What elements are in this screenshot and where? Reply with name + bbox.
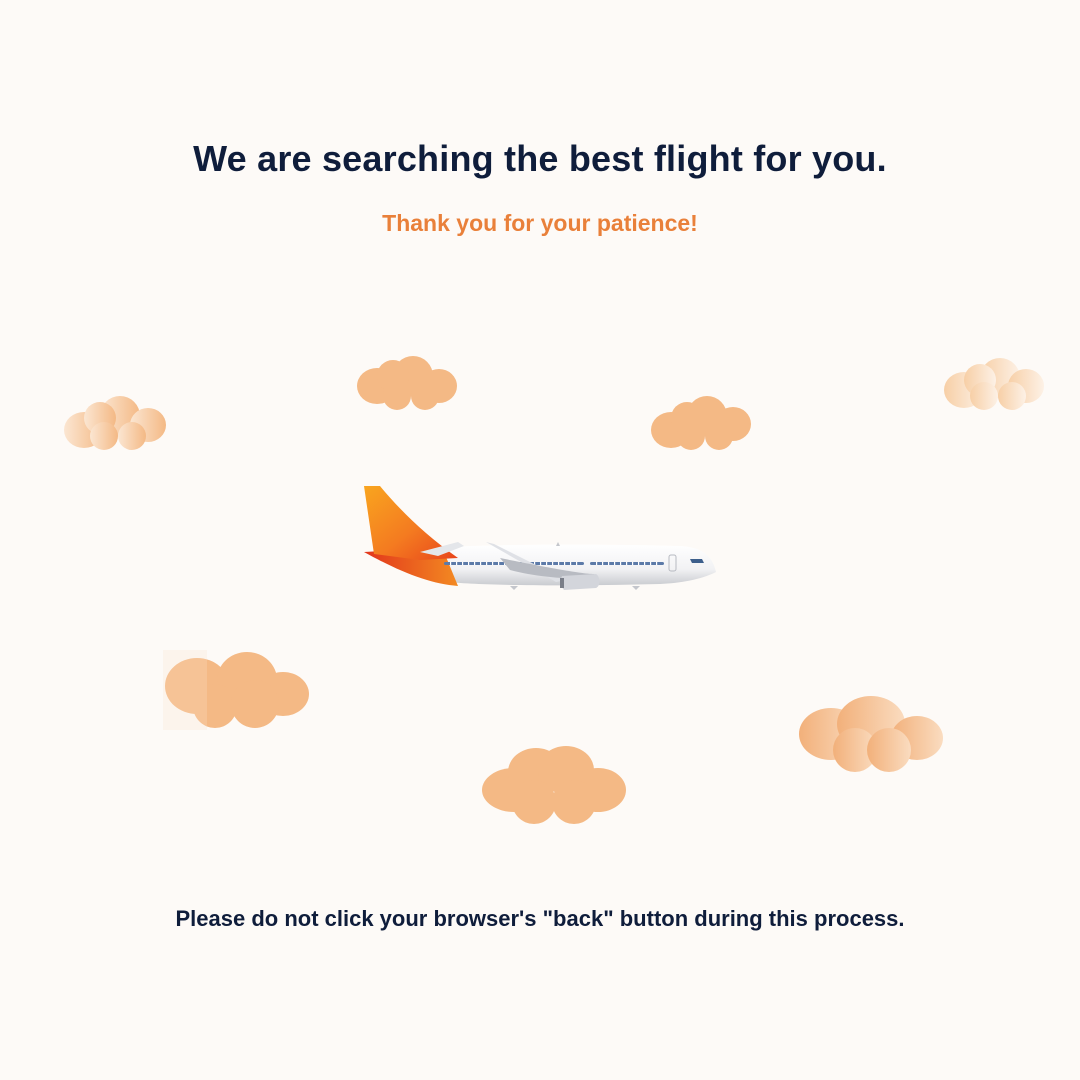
cloud-icon <box>944 358 1044 410</box>
cloud-icon <box>482 746 626 824</box>
loading-screen: We are searching the best flight for you… <box>0 0 1080 1080</box>
cloud-icon <box>357 356 457 410</box>
cloud-icon <box>163 650 309 730</box>
patience-message: Thank you for your patience! <box>382 210 698 236</box>
back-button-warning: Please do not click your browser's "back… <box>175 906 905 931</box>
cloud-icon <box>651 396 751 450</box>
airplane-icon <box>364 486 716 590</box>
cloud-icon <box>64 396 166 450</box>
cloud-icon <box>799 696 943 772</box>
page-title: We are searching the best flight for you… <box>193 138 887 179</box>
